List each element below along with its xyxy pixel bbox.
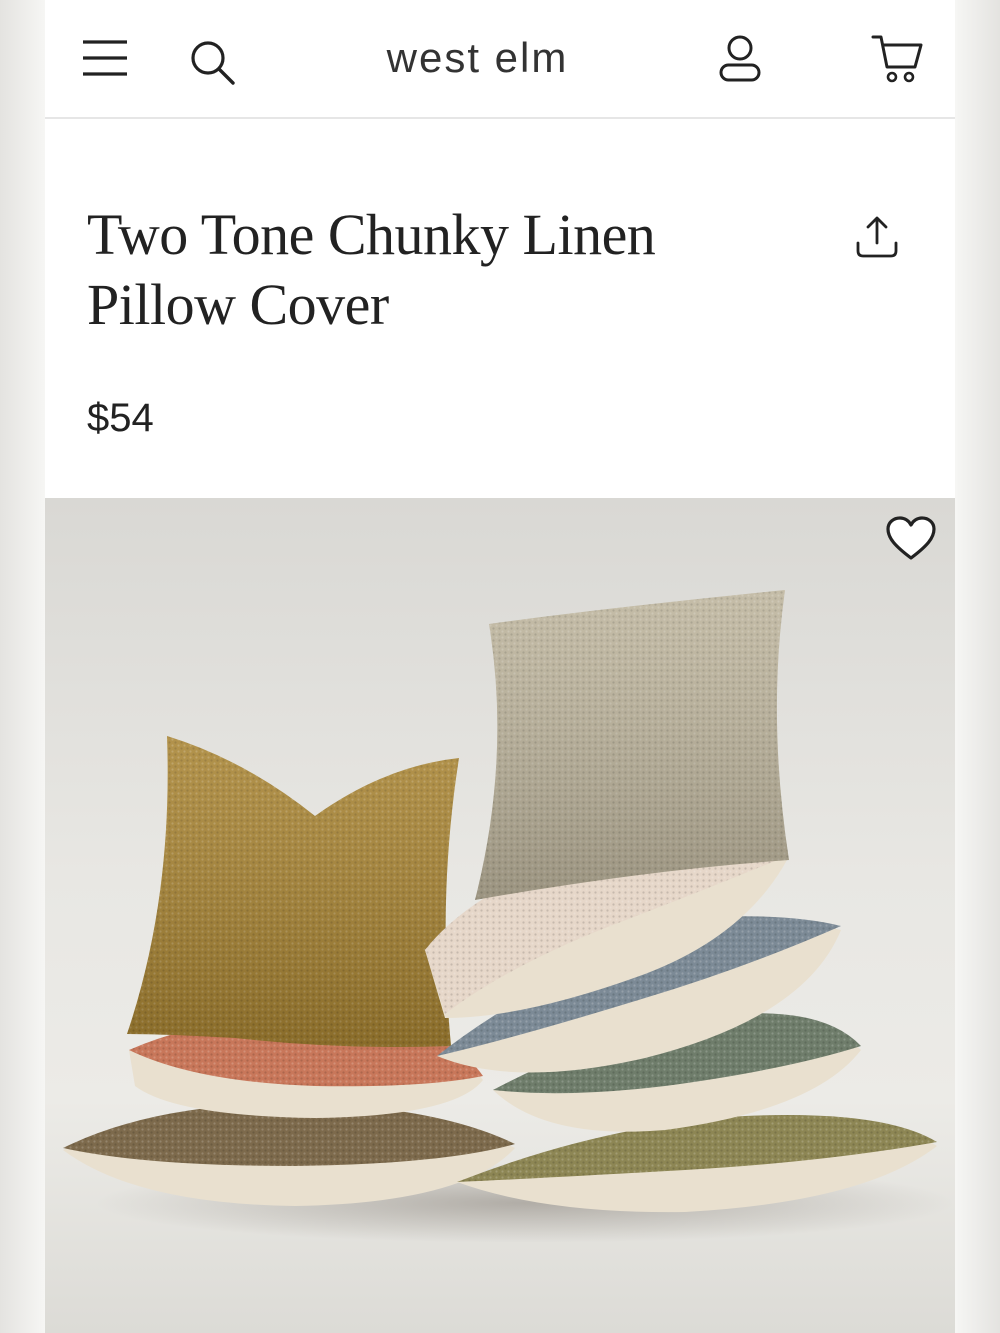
pillow-stack-illustration [63, 590, 955, 1243]
product-title-line-2: Pillow Cover [87, 272, 389, 337]
product-price: $54 [87, 396, 154, 440]
pillow-mustard [127, 736, 459, 1047]
site-header: west elm [45, 0, 955, 119]
share-icon[interactable] [853, 214, 901, 262]
pillow-oatmeal [475, 590, 789, 900]
page-margin-left [0, 0, 45, 1333]
product-title: Two Tone Chunky Linen Pillow Cover [87, 200, 787, 340]
search-icon[interactable] [186, 36, 238, 88]
user-account-icon[interactable] [715, 34, 765, 84]
product-page: west elm Two Tone Chunky Linen Pillow Co… [45, 0, 955, 1333]
product-title-line-1: Two Tone Chunky Linen [87, 202, 656, 267]
page-margin-right [955, 0, 1000, 1333]
hamburger-menu-icon[interactable] [79, 34, 131, 82]
brand-logo[interactable]: west elm [345, 34, 610, 82]
shopping-cart-icon[interactable] [869, 32, 925, 86]
product-image[interactable] [45, 498, 955, 1333]
heart-icon[interactable] [885, 516, 939, 566]
